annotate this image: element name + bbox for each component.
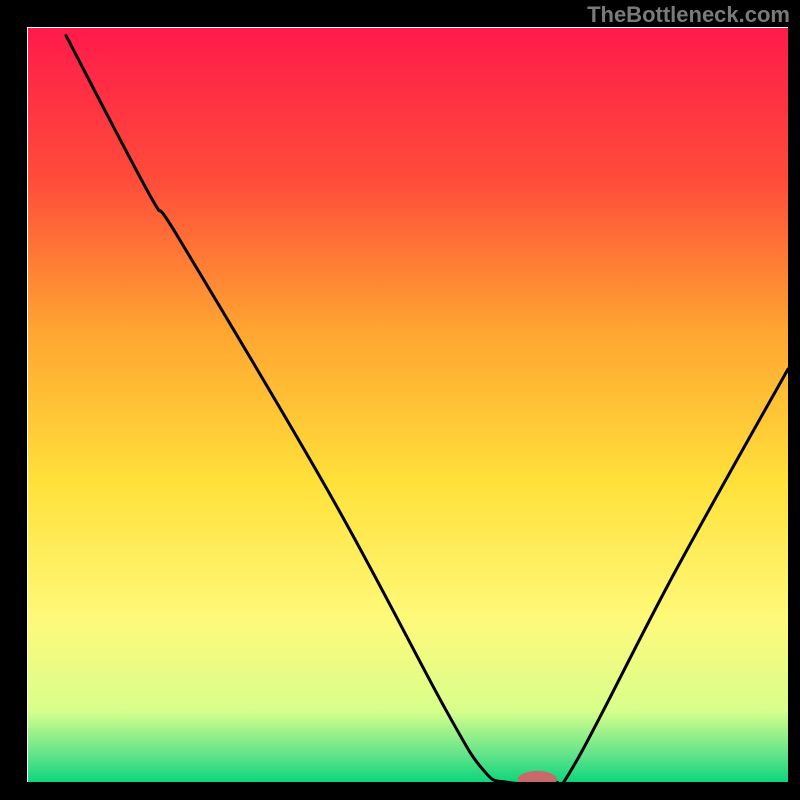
watermark-text: TheBottleneck.com bbox=[587, 2, 790, 28]
chart-frame bbox=[788, 0, 800, 800]
chart-frame bbox=[0, 782, 800, 800]
chart-frame bbox=[0, 0, 27, 800]
gradient-background bbox=[28, 28, 788, 786]
chart-container: TheBottleneck.com bbox=[0, 0, 800, 800]
bottleneck-chart bbox=[0, 0, 800, 800]
